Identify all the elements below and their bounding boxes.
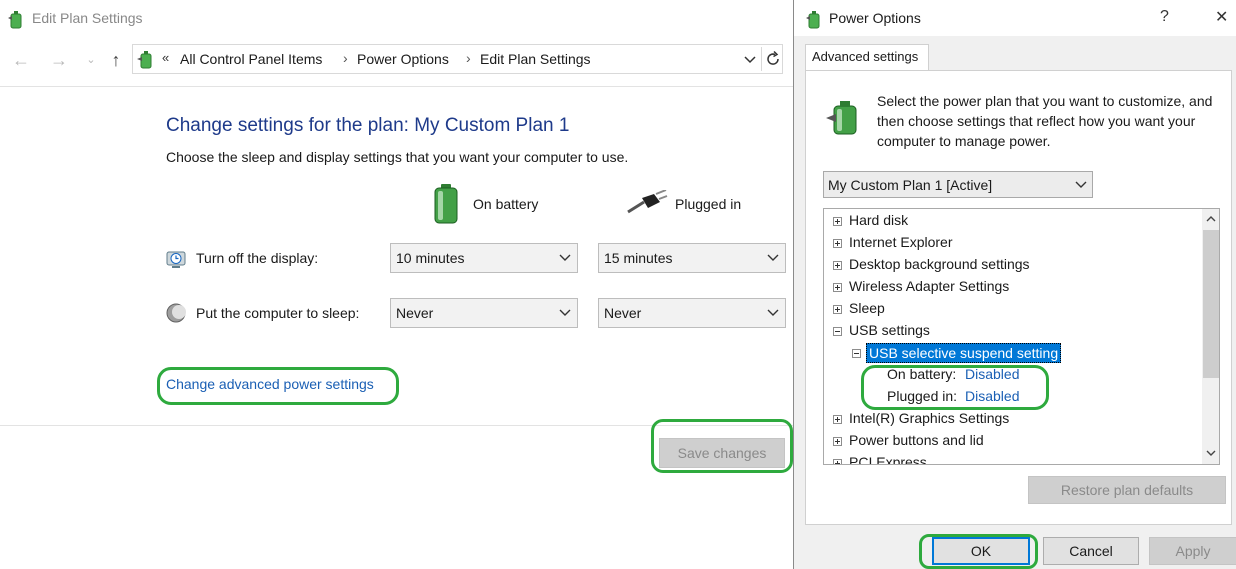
close-icon[interactable]: ✕ (1215, 7, 1228, 27)
select-value: My Custom Plan 1 [Active] (828, 177, 993, 193)
expand-plus-icon[interactable] (833, 261, 842, 270)
breadcrumb-power-options[interactable]: Power Options (357, 51, 449, 67)
forward-arrow-icon[interactable]: → (48, 48, 70, 72)
select-value: 10 minutes (396, 250, 465, 266)
address-overflow-chevrons[interactable]: « (162, 50, 169, 65)
scroll-up-chevron-icon[interactable] (1206, 215, 1216, 223)
expand-plus-icon[interactable] (833, 459, 842, 464)
refresh-icon[interactable] (765, 50, 781, 68)
divider (0, 86, 793, 87)
select-value: 15 minutes (604, 250, 673, 266)
display-clock-icon (166, 251, 186, 268)
collapse-minus-icon[interactable] (852, 349, 861, 358)
tree-item-label: Hard disk (849, 212, 909, 228)
power-options-icon (8, 11, 22, 29)
breadcrumb-separator[interactable]: › (466, 50, 471, 66)
window-title: Edit Plan Settings (32, 10, 143, 26)
display-off-plugged-in-select[interactable]: 15 minutes (598, 243, 786, 273)
page-title: Change settings for the plan: My Custom … (166, 115, 570, 136)
restore-plan-defaults-button[interactable]: Restore plan defaults (1028, 476, 1226, 504)
tree-item-label: Internet Explorer (849, 234, 953, 250)
chevron-down-icon (767, 309, 779, 316)
apply-button[interactable]: Apply (1149, 537, 1236, 565)
chevron-down-icon (559, 309, 571, 316)
tree-item-label: Wireless Adapter Settings (849, 278, 1010, 294)
page-description: Choose the sleep and display settings th… (166, 149, 629, 165)
sleep-on-battery-select[interactable]: Never (390, 298, 578, 328)
scrollbar-thumb[interactable] (1203, 230, 1219, 378)
breadcrumb-separator[interactable]: › (343, 50, 348, 66)
tree-item-usb-selective-suspend[interactable]: USB selective suspend setting (866, 343, 1062, 363)
chevron-down-icon (559, 254, 571, 261)
highlight-annotation (157, 367, 399, 405)
power-plan-select[interactable]: My Custom Plan 1 [Active] (823, 171, 1093, 198)
help-button[interactable]: ? (1160, 8, 1169, 26)
chevron-down-icon (767, 254, 779, 261)
up-arrow-icon[interactable]: ↑ (105, 48, 127, 72)
tree-item-label: Sleep (849, 300, 885, 316)
back-arrow-icon[interactable]: ← (10, 48, 32, 72)
edit-plan-settings-window: Edit Plan Settings ← → ⌄ ↑ « All Control… (0, 0, 793, 569)
battery-icon (434, 184, 458, 224)
tab-advanced-settings[interactable]: Advanced settings (805, 44, 929, 71)
collapse-minus-icon[interactable] (833, 327, 842, 336)
highlight-annotation (861, 365, 1049, 410)
sleep-plugged-in-select[interactable]: Never (598, 298, 786, 328)
dialog-title: Power Options (829, 10, 921, 26)
turn-off-display-label: Turn off the display: (196, 250, 319, 266)
tree-item-label: USB settings (849, 322, 930, 338)
highlight-annotation (919, 534, 1038, 569)
chevron-down-icon[interactable] (742, 51, 758, 67)
display-off-on-battery-select[interactable]: 10 minutes (390, 243, 578, 273)
breadcrumb-edit-plan-settings[interactable]: Edit Plan Settings (480, 51, 591, 67)
column-header-plugged-in: Plugged in (675, 196, 742, 212)
tree-scrollbar[interactable] (1202, 209, 1219, 464)
sleep-moon-icon (166, 303, 186, 323)
expand-plus-icon[interactable] (833, 217, 842, 226)
chevron-down-icon (1075, 181, 1087, 188)
expand-plus-icon[interactable] (833, 239, 842, 248)
expand-plus-icon[interactable] (833, 437, 842, 446)
column-header-on-battery: On battery (473, 196, 539, 212)
expand-plus-icon[interactable] (833, 305, 842, 314)
cancel-button[interactable]: Cancel (1043, 537, 1139, 565)
tree-item-label: Power buttons and lid (849, 432, 984, 448)
advanced-settings-tree[interactable]: Hard disk Internet Explorer Desktop back… (823, 208, 1220, 465)
dialog-title-bar: Power Options ? ✕ (794, 0, 1236, 36)
power-options-dialog: Power Options ? ✕ Advanced settings Sele… (793, 0, 1236, 569)
power-plug-icon (627, 190, 668, 214)
scroll-down-chevron-icon[interactable] (1206, 449, 1216, 457)
select-value: Never (396, 305, 434, 321)
address-divider (761, 47, 762, 71)
power-options-icon (806, 11, 820, 29)
address-bar[interactable]: « All Control Panel Items › Power Option… (132, 44, 783, 74)
expand-plus-icon[interactable] (833, 283, 842, 292)
highlight-annotation (651, 419, 793, 473)
select-value: Never (604, 305, 642, 321)
tree-item-label: Desktop background settings (849, 256, 1030, 272)
tree-item-label: Intel(R) Graphics Settings (849, 410, 1010, 426)
put-computer-to-sleep-label: Put the computer to sleep: (196, 305, 360, 321)
breadcrumb-all-control-panel-items[interactable]: All Control Panel Items (180, 51, 322, 67)
title-bar: Edit Plan Settings (0, 0, 793, 38)
expand-plus-icon[interactable] (833, 415, 842, 424)
power-options-large-icon (826, 101, 857, 135)
recent-locations-chevron-down-icon[interactable]: ⌄ (80, 48, 102, 72)
tree-item-label: PCI Express (849, 454, 927, 465)
control-panel-icon (137, 51, 152, 69)
dialog-description: Select the power plan that you want to c… (877, 93, 1213, 149)
